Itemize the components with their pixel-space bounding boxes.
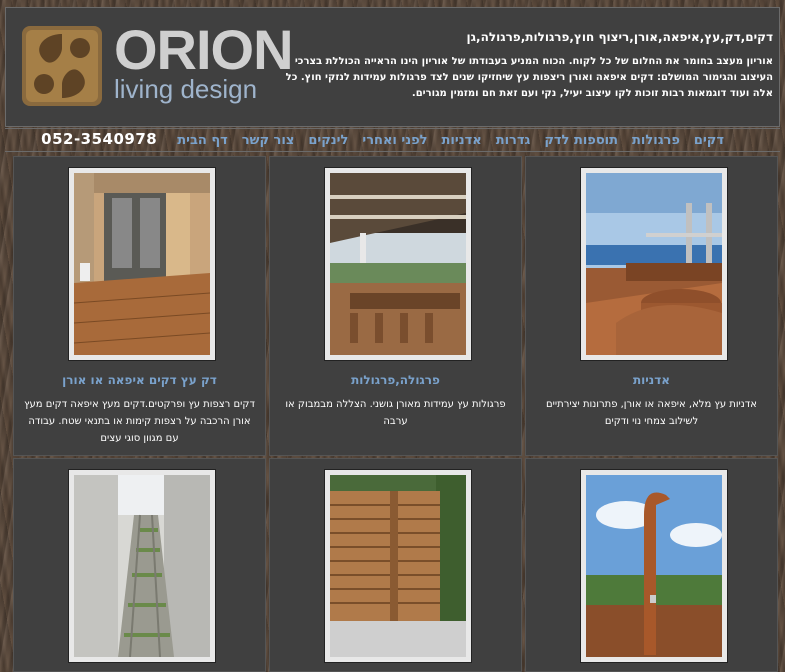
card-desc-decks: דקים רצפות עץ ופרקטים.דקים מעץ איפאה דקי… bbox=[24, 399, 255, 444]
nav-item-contact[interactable]: צור קשר bbox=[242, 131, 295, 151]
card-title-planters[interactable]: אדניות bbox=[526, 373, 777, 387]
nav-item-planters[interactable]: אדניות bbox=[442, 131, 482, 151]
nav-item-pergolas[interactable]: פרגולות bbox=[632, 131, 680, 151]
logo-mark-icon bbox=[22, 26, 102, 106]
planter-photo-icon bbox=[586, 173, 722, 355]
deck-frame-photo-icon bbox=[74, 475, 210, 658]
deck-photo[interactable] bbox=[68, 167, 216, 361]
gallery-card-pergolas: פרגולה,פרגולות פרגולות עץ עמידות מאורן ג… bbox=[269, 156, 522, 456]
logo-name: ORION bbox=[114, 18, 294, 81]
gallery-card-shower bbox=[525, 458, 778, 672]
wood-fence-photo[interactable] bbox=[324, 469, 472, 663]
card-desc-planters: אדניות עץ מלא, איפאה או אורן, פתרונות יצ… bbox=[546, 399, 757, 427]
header-description: אוריון מעצב בחומר את החלום של כל לקוח. ה… bbox=[285, 56, 773, 99]
pergola-photo[interactable] bbox=[324, 167, 472, 361]
gallery-card-decks: דק עץ דקים איפאה או אורן דקים רצפות עץ ו… bbox=[13, 156, 266, 456]
card-title-decks[interactable]: דק עץ דקים איפאה או אורן bbox=[14, 373, 265, 387]
header-title: דקים,דק,עץ,איפאה,אורן,ריצוף חוץ,פרגולות,… bbox=[466, 30, 773, 44]
deck-photo-icon bbox=[73, 173, 211, 355]
nav-item-deck-additions[interactable]: תוספות לדק bbox=[544, 131, 618, 151]
logo[interactable]: ORION living design bbox=[22, 20, 294, 110]
wood-fence-photo-icon bbox=[330, 475, 466, 657]
gallery-card-deck-frame bbox=[13, 458, 266, 672]
nav-item-home[interactable]: דף הבית bbox=[177, 131, 228, 151]
nav-item-before-after[interactable]: לפני ואחרי bbox=[362, 131, 427, 151]
planter-photo[interactable] bbox=[580, 167, 728, 361]
outdoor-shower-photo-icon bbox=[586, 475, 722, 657]
phone-number: 052-3540978 bbox=[41, 130, 158, 148]
pergola-photo-icon bbox=[330, 173, 466, 355]
outdoor-shower-photo[interactable] bbox=[580, 469, 728, 663]
site-header: ORION living design דקים,דק,עץ,איפאה,אור… bbox=[5, 7, 780, 127]
gallery-grid: אדניות אדניות עץ מלא, איפאה או אורן, פתר… bbox=[13, 156, 780, 672]
logo-tagline: living design bbox=[114, 74, 258, 104]
deck-frame-photo[interactable] bbox=[68, 469, 216, 663]
nav-item-fences[interactable]: גדרות bbox=[496, 131, 531, 151]
nav-item-decks[interactable]: דקים bbox=[694, 131, 724, 151]
header-text: דקים,דק,עץ,איפאה,אורן,ריצוף חוץ,פרגולות,… bbox=[273, 30, 773, 102]
card-title-pergolas[interactable]: פרגולה,פרגולות bbox=[270, 373, 521, 387]
gallery-card-fence bbox=[269, 458, 522, 672]
nav-item-links[interactable]: לינקים bbox=[308, 131, 348, 151]
main-nav: דקים פרגולות תוספות לדק גדרות אדניות לפני ואח… bbox=[5, 128, 780, 152]
card-desc-pergolas: פרגולות עץ עמידות מאורן גושני. הצללה מבמ… bbox=[285, 399, 506, 427]
gallery-card-planters: אדניות אדניות עץ מלא, איפאה או אורן, פתר… bbox=[525, 156, 778, 456]
